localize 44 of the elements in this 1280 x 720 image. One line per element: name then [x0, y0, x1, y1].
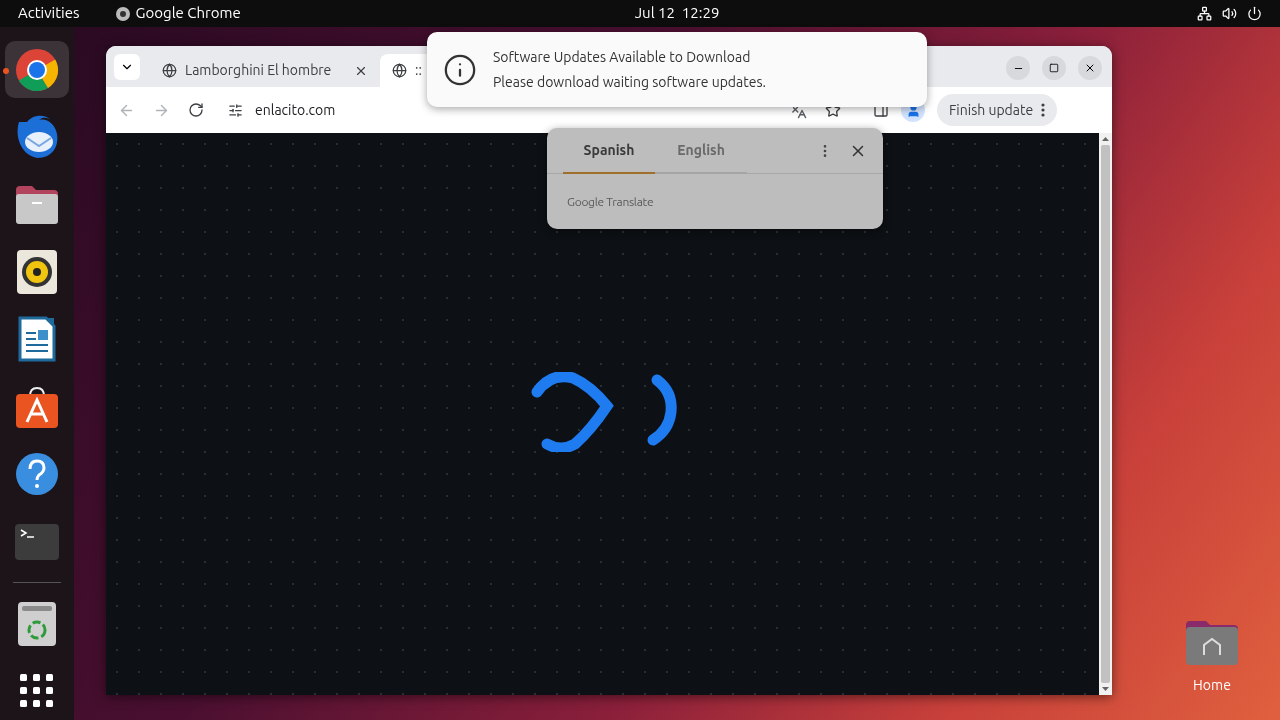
app-menu[interactable]: Google Chrome: [115, 2, 241, 25]
translate-brand: Google Translate: [567, 193, 654, 210]
globe-icon: [162, 63, 177, 78]
site-settings-icon[interactable]: [228, 102, 243, 118]
address-text: enlacito.com: [255, 100, 336, 120]
tab-search-button[interactable]: [114, 54, 140, 80]
notification-title: Software Updates Available to Download: [493, 47, 752, 67]
document-icon: [18, 316, 56, 363]
tab-title: Lamborghini El hombre: [185, 61, 333, 80]
browser-icon: [15, 47, 59, 92]
volume-icon[interactable]: [1222, 6, 1237, 21]
network-icon[interactable]: [1197, 6, 1212, 21]
dock-item[interactable]: [5, 41, 69, 99]
scroll-up-icon[interactable]: [1102, 137, 1109, 141]
menu-icon: [1041, 103, 1046, 117]
app-grid-icon: [20, 674, 54, 709]
maximize-icon: [1049, 63, 1059, 73]
desktop-icon-label: Home: [1193, 676, 1231, 695]
shopping-bag-icon: [14, 385, 60, 428]
info-icon: [443, 52, 477, 87]
tab-title: ::: [415, 61, 422, 80]
close-icon: [1084, 62, 1096, 74]
globe-icon: [392, 63, 407, 78]
running-indicator: [3, 68, 9, 74]
notification[interactable]: Software Updates Available to Download Please download waiting software updates.: [427, 32, 927, 107]
help-icon: [15, 452, 59, 497]
folder-icon: [14, 183, 60, 226]
finish-update-button[interactable]: Finish update: [937, 94, 1058, 126]
scrollbar[interactable]: [1099, 133, 1112, 695]
close-button[interactable]: [1078, 56, 1102, 80]
browser-tab[interactable]: Lamborghini El hombre: [150, 54, 380, 87]
browser-icon: [115, 6, 130, 21]
trash-icon: [18, 601, 56, 646]
home-folder-icon[interactable]: [1184, 619, 1240, 667]
activities-button[interactable]: Activities: [18, 2, 80, 25]
maximize-button[interactable]: [1042, 56, 1066, 80]
language-tab[interactable]: Spanish: [563, 127, 655, 174]
clock[interactable]: Jul 12 12:29: [634, 2, 720, 25]
reload-icon[interactable]: [188, 102, 204, 118]
power-icon[interactable]: [1247, 6, 1262, 21]
scroll-down-icon[interactable]: [1102, 687, 1109, 691]
speaker-icon: [17, 249, 57, 294]
notification-body: Please download waiting software updates.: [493, 72, 766, 92]
terminal-icon: [15, 523, 59, 560]
